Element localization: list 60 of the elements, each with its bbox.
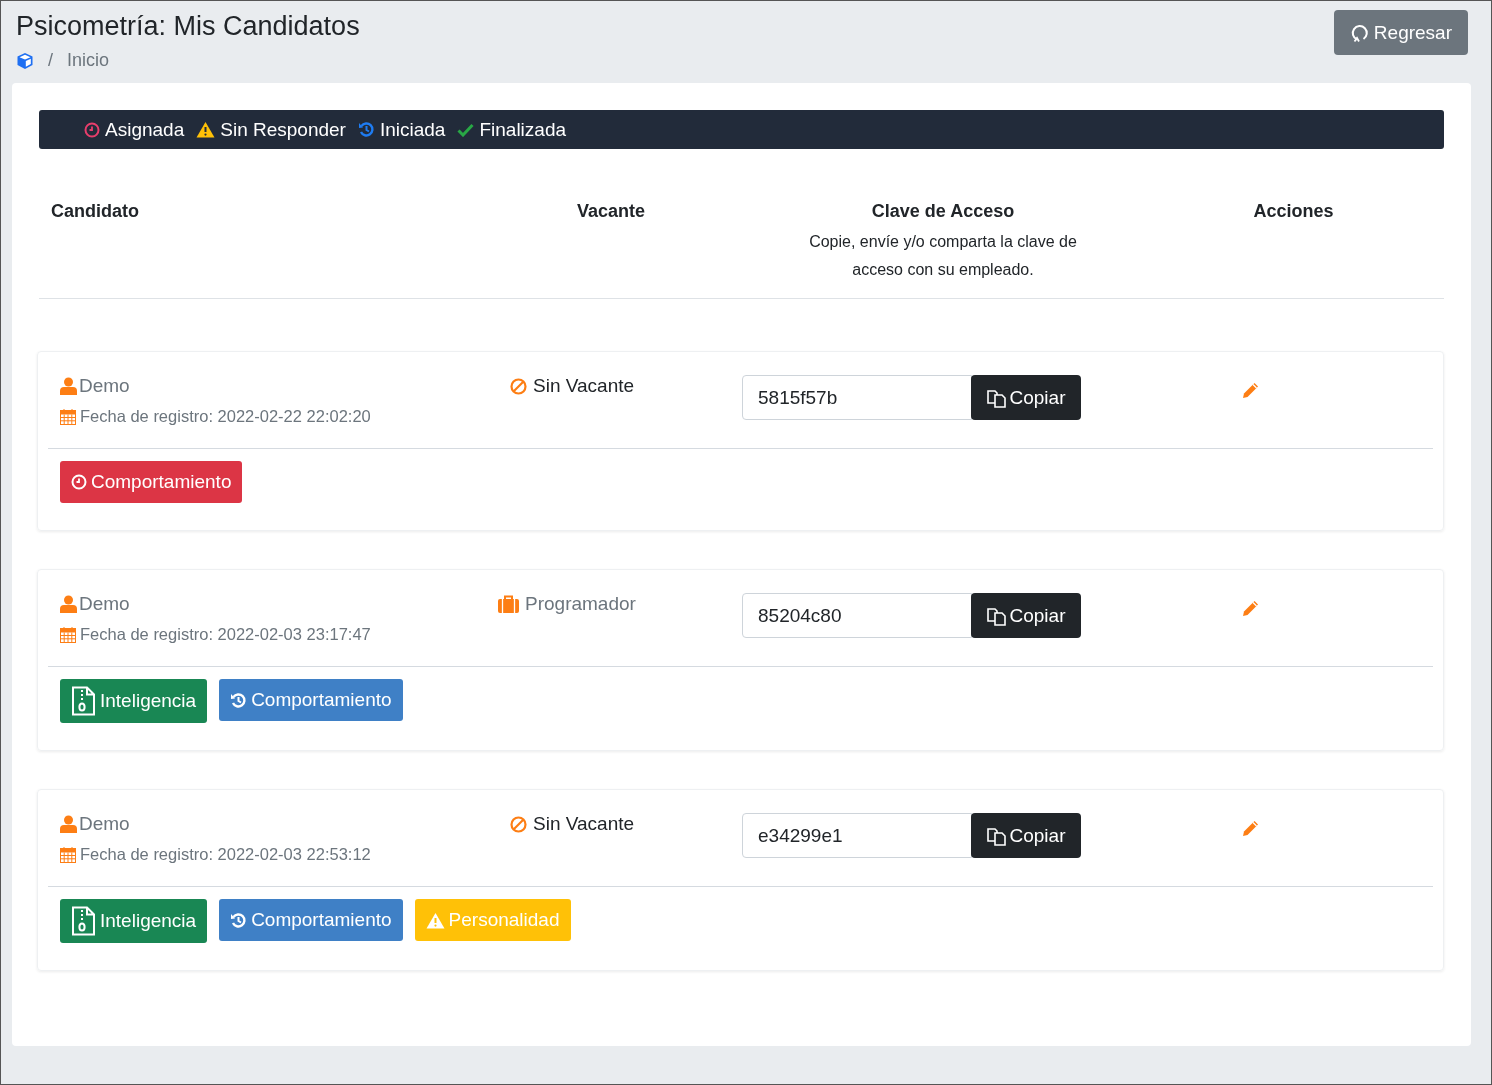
calendar-icon bbox=[60, 846, 76, 863]
warning-icon bbox=[196, 121, 216, 138]
cube-icon[interactable] bbox=[16, 51, 34, 70]
history-icon bbox=[230, 911, 248, 929]
registration-date: Fecha de registro: 2022-02-22 22:02:20 bbox=[80, 407, 371, 426]
page-title: Psicometría: Mis Candidatos bbox=[16, 10, 360, 42]
copy-icon bbox=[986, 387, 1007, 408]
edit-icon[interactable] bbox=[1242, 599, 1260, 617]
history-icon bbox=[230, 691, 248, 709]
file-icon bbox=[71, 686, 96, 716]
ban-icon bbox=[510, 815, 527, 833]
clock-icon bbox=[84, 121, 100, 138]
edit-icon[interactable] bbox=[1242, 381, 1260, 399]
access-key-field[interactable]: e34299e1 bbox=[742, 813, 972, 858]
column-note: Copie, envíe y/o comparta la clave de acceso con su empleado. bbox=[808, 232, 1078, 280]
user-icon bbox=[60, 377, 77, 395]
history-icon bbox=[357, 121, 375, 138]
warning-icon bbox=[425, 911, 445, 929]
copy-button[interactable]: Copiar bbox=[971, 375, 1081, 420]
column-header: Clave de Acceso bbox=[870, 201, 1016, 222]
copy-button[interactable]: Copiar bbox=[971, 813, 1081, 858]
test-button[interactable]: Comportamiento bbox=[219, 899, 403, 941]
candidate-name: Demo bbox=[79, 813, 130, 835]
briefcase-icon bbox=[498, 595, 519, 613]
file-icon bbox=[71, 906, 96, 936]
test-button[interactable]: Inteligencia bbox=[60, 899, 208, 943]
access-key-field[interactable]: 85204c80 bbox=[742, 593, 972, 638]
candidate-name: Demo bbox=[79, 593, 130, 615]
calendar-icon bbox=[60, 626, 76, 643]
access-key-field[interactable]: 5815f57b bbox=[742, 375, 972, 420]
column-header: Acciones bbox=[1252, 201, 1335, 222]
legend-label: Finalizada bbox=[479, 118, 567, 141]
check-icon bbox=[457, 122, 475, 137]
test-button[interactable]: Comportamiento bbox=[219, 679, 403, 721]
legend-label: Asignada bbox=[105, 118, 185, 141]
candidate-name: Demo bbox=[79, 375, 130, 397]
vacancy-label: Programador bbox=[525, 593, 636, 615]
copy-button[interactable]: Copiar bbox=[971, 593, 1081, 638]
refresh-icon bbox=[1349, 22, 1370, 43]
copy-icon bbox=[986, 605, 1007, 626]
user-icon bbox=[60, 815, 77, 833]
copy-icon bbox=[986, 825, 1007, 846]
registration-date: Fecha de registro: 2022-02-03 22:53:12 bbox=[80, 845, 371, 864]
test-button[interactable]: Comportamiento bbox=[60, 461, 243, 503]
vacancy-label: Sin Vacante bbox=[533, 375, 635, 397]
column-header: Vacante bbox=[575, 201, 646, 222]
breadcrumb-item[interactable]: Inicio bbox=[67, 50, 110, 71]
breadcrumb-separator: / bbox=[48, 50, 53, 71]
ban-icon bbox=[510, 377, 527, 395]
clock-icon bbox=[71, 474, 87, 490]
back-button[interactable]: Regresar bbox=[1333, 10, 1468, 55]
test-button[interactable]: Inteligencia bbox=[60, 679, 208, 723]
calendar-icon bbox=[60, 408, 76, 425]
edit-icon[interactable] bbox=[1242, 819, 1260, 837]
column-header: Candidato bbox=[51, 201, 140, 222]
legend-label: Iniciada bbox=[379, 118, 446, 141]
registration-date: Fecha de registro: 2022-02-03 23:17:47 bbox=[80, 625, 371, 644]
user-icon bbox=[60, 595, 77, 613]
vacancy-label: Sin Vacante bbox=[533, 813, 635, 835]
legend-label: Sin Responder bbox=[220, 118, 346, 141]
